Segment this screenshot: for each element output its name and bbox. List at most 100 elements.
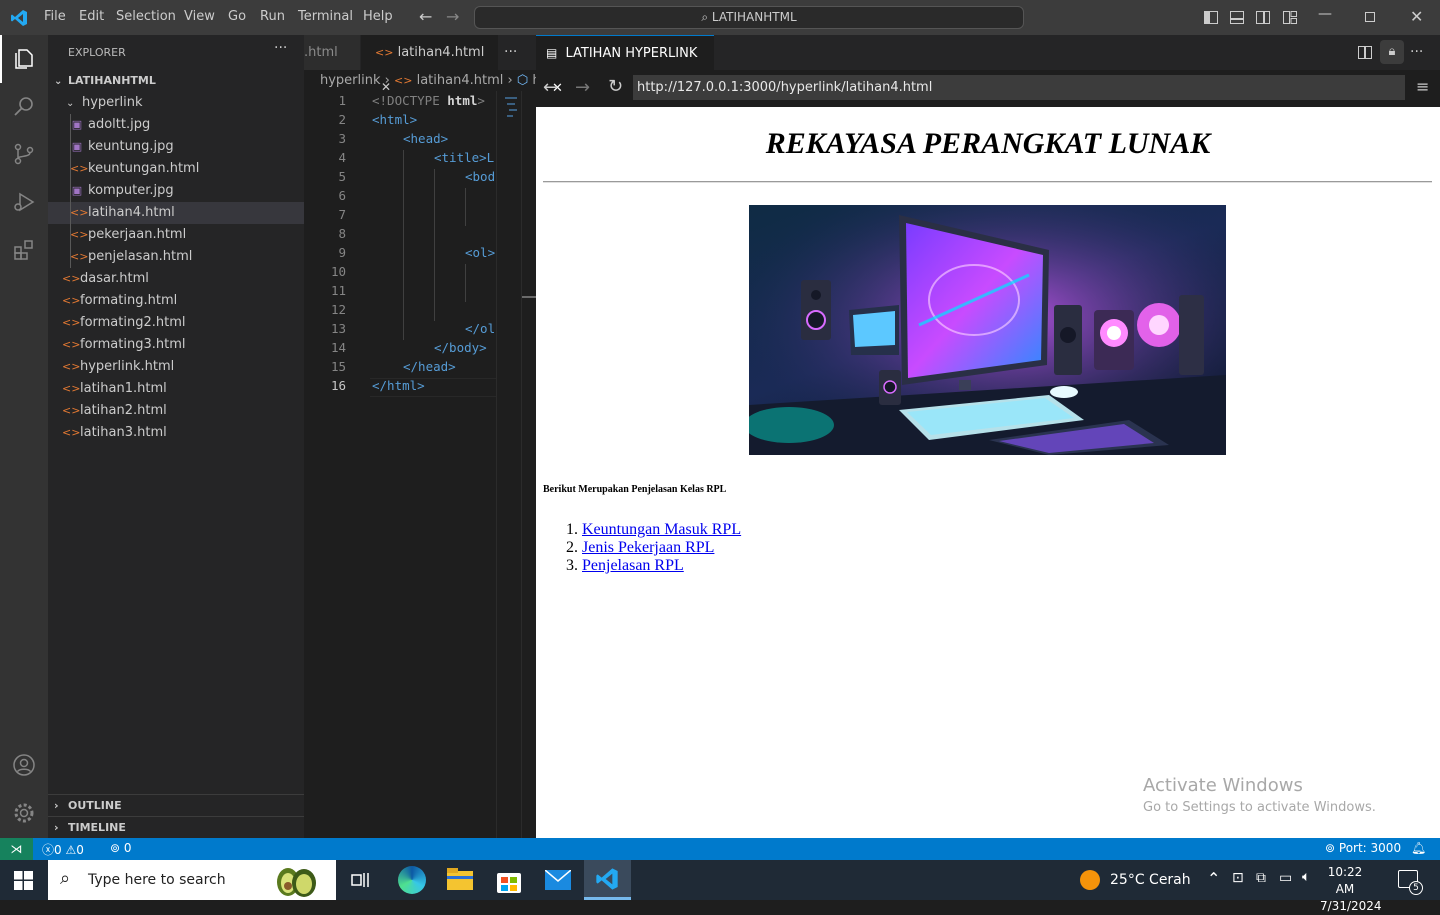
html-file-icon: <> xyxy=(62,338,81,351)
line-number: 12 xyxy=(330,302,346,317)
customize-layout-icon[interactable] xyxy=(1283,11,1297,24)
volume-muted-icon[interactable]: 🔈︎ xyxy=(1302,869,1310,885)
back-arrow-icon[interactable]: ← xyxy=(419,7,432,26)
settings-gear-icon[interactable] xyxy=(12,801,36,825)
live-server-port[interactable]: ⊚ Port: 3000 xyxy=(1325,841,1401,855)
clock[interactable]: 10:22 AM 7/31/2024 xyxy=(1320,864,1382,915)
link-keuntungan[interactable]: Keuntungan Masuk RPL xyxy=(582,521,741,538)
toggle-panel-icon[interactable] xyxy=(1230,11,1244,24)
line-number: 1 xyxy=(338,93,346,108)
menu-edit[interactable]: Edit xyxy=(79,9,104,24)
restore-icon[interactable] xyxy=(1365,12,1375,22)
list-item: 1. Keuntungan Masuk RPL xyxy=(566,521,741,539)
link-penjelasan[interactable]: Penjelasan RPL xyxy=(582,557,684,574)
split-editor-icon[interactable] xyxy=(1358,46,1372,59)
file-label: keuntungan.html xyxy=(88,161,200,176)
timeline-section[interactable]: › TIMELINE xyxy=(48,816,304,838)
toggle-secondary-sidebar-icon[interactable] xyxy=(1256,11,1270,24)
notifications-bell-icon[interactable]: 🔔︎ xyxy=(1411,841,1426,855)
tab-previous[interactable]: .html xyxy=(304,35,360,70)
file-item[interactable]: ▣ komputer.jpg xyxy=(48,180,304,202)
file-item[interactable]: <>formating3.html xyxy=(48,334,304,356)
outline-section[interactable]: › OUTLINE xyxy=(48,794,304,816)
file-item[interactable]: <>hyperlink.html xyxy=(48,356,304,378)
browser-reload-icon[interactable]: ↻ xyxy=(608,76,623,97)
minimize-icon[interactable]: — xyxy=(1318,6,1332,22)
more-actions-icon[interactable]: ··· xyxy=(274,40,287,56)
microsoft-store-icon[interactable] xyxy=(497,867,521,893)
file-item[interactable]: <>dasar.html xyxy=(48,268,304,290)
run-debug-icon[interactable] xyxy=(12,190,36,214)
problems-indicator[interactable]: ⓧ0 ⚠0 xyxy=(42,841,84,858)
more-actions-icon[interactable]: ··· xyxy=(1410,44,1423,60)
horizontal-rule xyxy=(543,181,1432,183)
menu-selection[interactable]: Selection xyxy=(116,9,176,24)
remote-icon[interactable]: ⋊ xyxy=(0,838,33,860)
file-explorer-icon[interactable] xyxy=(447,868,473,890)
task-view-icon[interactable] xyxy=(350,871,370,889)
lock-icon[interactable]: 🔒︎ xyxy=(1380,40,1404,64)
tab-latihan-hyperlink[interactable]: ▤ LATIHAN HYPERLINK ✕ xyxy=(536,35,714,96)
command-center[interactable]: ⌕ LATIHANHTML xyxy=(474,6,1024,29)
file-item-selected[interactable]: <>latihan4.html xyxy=(48,202,304,224)
forward-arrow-icon[interactable]: → xyxy=(446,7,459,26)
chevron-right-icon: › xyxy=(54,821,59,834)
file-item[interactable]: <>penjelasan.html xyxy=(48,246,304,268)
editor-actions-icon[interactable]: ··· xyxy=(504,44,517,60)
weather-text[interactable]: 25°C Cerah xyxy=(1110,872,1191,888)
file-item[interactable]: <>formating.html xyxy=(48,290,304,312)
meet-now-icon[interactable]: ⊡ xyxy=(1232,870,1244,886)
link-pekerjaan[interactable]: Jenis Pekerjaan RPL xyxy=(582,539,714,556)
list-number: 1. xyxy=(566,521,578,538)
accounts-icon[interactable] xyxy=(12,753,36,777)
explorer-icon[interactable] xyxy=(12,47,36,71)
mail-icon[interactable] xyxy=(544,869,572,890)
file-item[interactable]: <>latihan3.html xyxy=(48,422,304,444)
vscode-taskbar-button[interactable] xyxy=(584,860,631,900)
folder-hyperlink[interactable]: ⌄ hyperlink xyxy=(48,92,304,114)
minimap[interactable] xyxy=(496,91,520,838)
search-sidebar-icon[interactable] xyxy=(12,94,36,118)
toggle-sidebar-icon[interactable] xyxy=(1204,11,1218,24)
warning-count: 0 xyxy=(76,843,84,857)
chevron-right-icon: › xyxy=(54,799,59,812)
code-area[interactable]: <!DOCTYPE html> <html> <head> <title>L <… xyxy=(370,35,496,838)
windows-start-icon[interactable] xyxy=(14,871,33,890)
url-input[interactable]: http://127.0.0.1:3000/hyperlink/latihan4… xyxy=(633,75,1405,100)
file-item[interactable]: ▣ keuntung.jpg xyxy=(48,136,304,158)
source-control-icon[interactable] xyxy=(12,142,36,166)
file-item[interactable]: <>latihan2.html xyxy=(48,400,304,422)
menu-terminal[interactable]: Terminal xyxy=(298,9,353,24)
search-icon: ⌕ xyxy=(60,868,71,889)
file-item[interactable]: <>pekerjaan.html xyxy=(48,224,304,246)
chevron-up-icon[interactable]: ⌃ xyxy=(1207,869,1220,888)
network-status-icon[interactable]: ⧉ xyxy=(1256,870,1266,886)
menu-run[interactable]: Run xyxy=(260,9,285,24)
ports-indicator[interactable]: ⊚ 0 xyxy=(110,841,132,855)
indent-guide xyxy=(70,114,71,268)
menu-help[interactable]: Help xyxy=(363,9,393,24)
menu-go[interactable]: Go xyxy=(228,9,246,24)
editor-scrollbar[interactable] xyxy=(521,91,536,838)
taskbar-search-box[interactable]: ⌕ Type here to search xyxy=(48,860,336,900)
link-list: 1. Keuntungan Masuk RPL 2. Jenis Pekerja… xyxy=(566,521,741,575)
list-number: 3. xyxy=(566,557,578,574)
browser-forward-icon[interactable]: → xyxy=(575,77,590,98)
close-window-icon[interactable]: ✕ xyxy=(1410,7,1423,26)
title-bar: File Edit Selection View Go Run Terminal… xyxy=(0,0,1440,35)
menu-file[interactable]: File xyxy=(44,9,66,24)
display-icon[interactable]: ▭ xyxy=(1279,870,1292,886)
explorer-sidebar: EXPLORER ··· ⌄ LATIHANHTML ⌄ hyperlink ▣ ad… xyxy=(48,35,304,838)
file-item[interactable]: ▣ adoltt.jpg xyxy=(48,114,304,136)
extensions-icon[interactable] xyxy=(12,238,36,262)
file-item[interactable]: <>formating2.html xyxy=(48,312,304,334)
file-item[interactable]: <>keuntungan.html xyxy=(48,158,304,180)
menu-icon[interactable]: ≡ xyxy=(1416,77,1429,96)
browser-back-icon[interactable]: ← xyxy=(543,77,558,98)
workspace-root[interactable]: ⌄ LATIHANHTML xyxy=(48,70,304,92)
line-number: 6 xyxy=(338,188,346,203)
file-item[interactable]: <>latihan1.html xyxy=(48,378,304,400)
file-label: penjelasan.html xyxy=(88,249,193,264)
edge-browser-icon[interactable] xyxy=(398,866,426,894)
menu-view[interactable]: View xyxy=(184,9,215,24)
